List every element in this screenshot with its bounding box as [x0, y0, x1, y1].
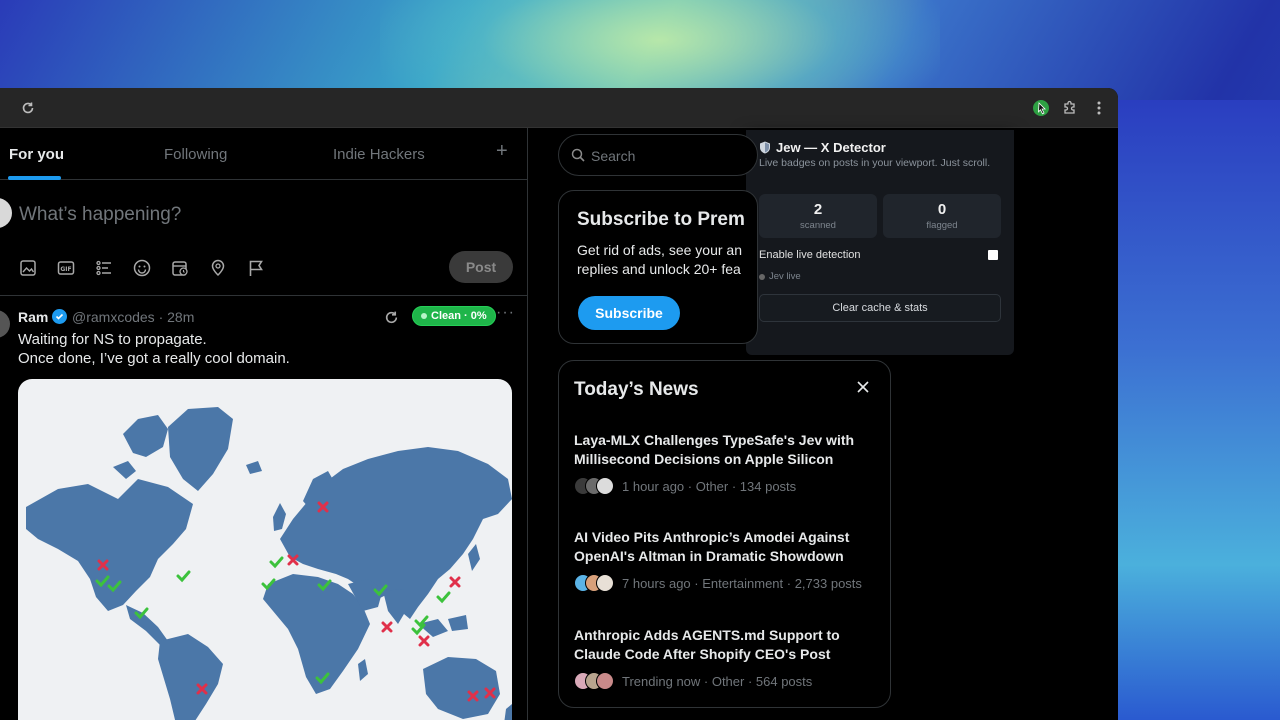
extensions-puzzle-icon[interactable] [1060, 98, 1080, 118]
clear-cache-button[interactable]: Clear cache & stats [759, 294, 1001, 322]
flagged-stat: 0 flagged [883, 194, 1001, 238]
detector-status-text: Jev live [769, 271, 801, 282]
extension-title-text: Jew — X Detector [776, 140, 886, 155]
image-icon[interactable] [18, 258, 38, 278]
premium-description-line: replies and unlock 20+ fea [577, 261, 741, 277]
todays-news-card: Today’s News Laya-MLX Challenges TypeSaf… [558, 360, 891, 708]
map-cross-marker [449, 576, 461, 588]
tweet-handle-time[interactable]: @ramxcodes · 28m [72, 309, 194, 325]
flag-icon[interactable] [246, 258, 266, 278]
tweet-media-map[interactable] [18, 379, 512, 720]
home-feed: For you Following Indie Hackers + What’s… [0, 128, 528, 720]
news-avatars [574, 477, 614, 495]
news-avatars [574, 574, 614, 592]
shield-icon [760, 141, 770, 154]
search-placeholder: Search [591, 148, 636, 164]
flagged-count: 0 [937, 201, 947, 218]
map-check-marker [176, 570, 191, 583]
post-button[interactable]: Post [449, 251, 513, 283]
extension-popup: Jew — X Detector Live badges on posts in… [746, 130, 1014, 355]
detector-status: Jev live [759, 271, 801, 282]
news-avatars [574, 672, 614, 690]
subscribe-button[interactable]: Subscribe [578, 296, 680, 330]
poll-icon[interactable] [94, 258, 114, 278]
news-meta: 7 hours ago · Entertainment · 2,733 post… [574, 574, 874, 592]
avatar [0, 198, 12, 228]
tweet-text-line: Waiting for NS to propagate. [18, 331, 207, 348]
extension-subtitle: Live badges on posts in your viewport. J… [759, 157, 991, 169]
add-tab-button[interactable]: + [496, 140, 508, 163]
tweet-text: Waiting for NS to propagate. Once done, … [18, 330, 498, 368]
schedule-icon[interactable] [170, 258, 190, 278]
news-item[interactable]: Anthropic Adds AGENTS.md Support to Clau… [574, 626, 874, 690]
premium-description-line: Get rid of ads, see your an [577, 242, 742, 258]
map-cross-marker [381, 621, 393, 633]
desktop-wallpaper [1110, 100, 1280, 720]
feed-tabs: For you Following Indie Hackers + [0, 128, 527, 180]
live-detection-checkbox[interactable] [988, 250, 998, 260]
news-meta: Trending now · Other · 564 posts [574, 672, 874, 690]
status-dot-icon [759, 273, 765, 280]
premium-card: Subscribe to Prem Get rid of ads, see yo… [558, 190, 758, 344]
tweet-text-line: Once done, I’ve got a really cool domain… [18, 350, 290, 367]
post-composer: What’s happening? GIF Post [0, 180, 527, 296]
status-badge-label: Clean · 0% [431, 310, 487, 322]
verified-badge-icon [52, 309, 67, 324]
avatar [596, 574, 614, 592]
news-title: Today’s News [574, 379, 699, 400]
news-headline[interactable]: AI Video Pits Anthropic’s Amodei Against… [574, 528, 874, 566]
location-icon[interactable] [208, 258, 228, 278]
news-meta-text: Trending now · Other · 564 posts [622, 673, 813, 689]
status-badge: Clean · 0% [412, 306, 496, 326]
news-meta: 1 hour ago · Other · 134 posts [574, 477, 874, 495]
news-item[interactable]: AI Video Pits Anthropic’s Amodei Against… [574, 528, 874, 592]
live-detection-label: Enable live detection [759, 249, 861, 261]
tweet-author-name[interactable]: Ram [18, 309, 48, 325]
search-icon [571, 148, 585, 162]
map-land [26, 407, 512, 720]
compose-input[interactable]: What’s happening? [19, 204, 181, 226]
map-check-marker [411, 623, 426, 636]
svg-text:GIF: GIF [60, 266, 71, 273]
scanned-count: 2 [813, 201, 823, 218]
tab-indie-hackers[interactable]: Indie Hackers [333, 146, 425, 163]
tab-following[interactable]: Following [164, 146, 227, 163]
extension-detector-icon[interactable] [1031, 98, 1051, 118]
search-input[interactable]: Search [558, 134, 758, 176]
browser-toolbar [0, 88, 1118, 128]
world-map [26, 407, 512, 720]
status-dot-icon [421, 313, 427, 319]
gif-icon[interactable]: GIF [56, 258, 76, 278]
news-meta-text: 7 hours ago · Entertainment · 2,733 post… [622, 575, 862, 591]
premium-title: Subscribe to Prem [577, 209, 745, 230]
news-item[interactable]: Laya-MLX Challenges TypeSafe's Jev with … [574, 431, 874, 495]
more-options-icon[interactable]: ··· [496, 304, 515, 322]
rescan-icon[interactable] [382, 308, 400, 326]
scanned-stat: 2 scanned [759, 194, 877, 238]
avatar[interactable] [0, 310, 10, 338]
composer-toolbar: GIF [18, 258, 266, 278]
map-check-marker [269, 556, 284, 569]
avatar [596, 672, 614, 690]
map-check-marker [436, 591, 451, 604]
tweet[interactable]: Ram @ramxcodes · 28m Clean · 0% ··· Wait… [0, 296, 527, 720]
news-meta-text: 1 hour ago · Other · 134 posts [622, 478, 797, 494]
tab-for-you[interactable]: For you [9, 146, 64, 163]
premium-description: Get rid of ads, see your an replies and … [577, 241, 757, 279]
scanned-label: scanned [800, 220, 836, 231]
flagged-label: flagged [926, 220, 958, 231]
browser-menu-icon[interactable] [1089, 98, 1109, 118]
reload-icon[interactable] [18, 98, 38, 118]
close-icon[interactable] [853, 377, 873, 397]
avatar [596, 477, 614, 495]
news-headline[interactable]: Anthropic Adds AGENTS.md Support to Clau… [574, 626, 874, 664]
extension-title: Jew — X Detector [759, 140, 886, 155]
map-cross-marker [418, 635, 430, 647]
news-headline[interactable]: Laya-MLX Challenges TypeSafe's Jev with … [574, 431, 874, 469]
emoji-icon[interactable] [132, 258, 152, 278]
